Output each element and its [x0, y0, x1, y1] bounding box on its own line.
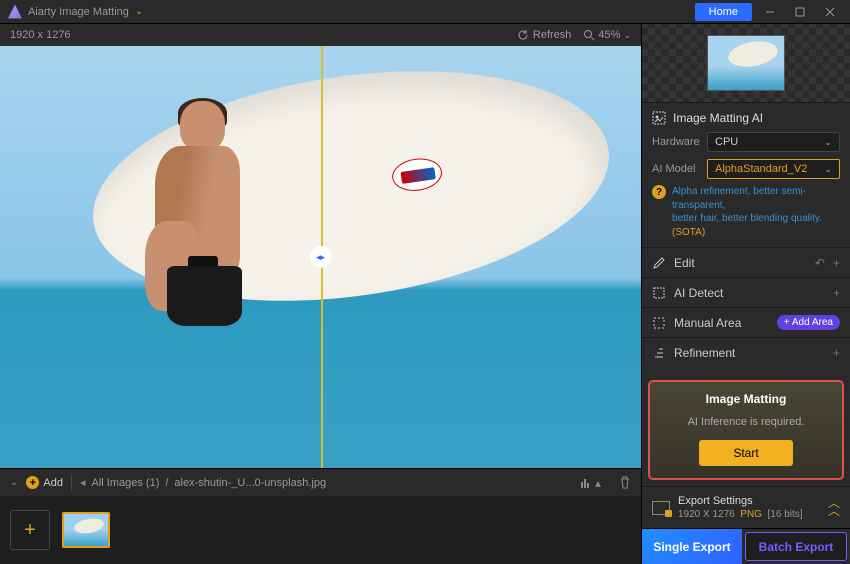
side-panel: Image Matting AI Hardware CPU ⌄ AI Model…	[641, 24, 850, 564]
compare-handle[interactable]: ◂▸	[310, 246, 332, 268]
add-image-button[interactable]: + Add	[26, 476, 63, 489]
preview-thumbnail[interactable]	[707, 35, 785, 91]
zoom-value: 45%	[598, 29, 620, 41]
manual-area-label: Manual Area	[674, 316, 741, 330]
filename: alex-shutin-_U...0-unsplash.jpg	[174, 477, 326, 489]
chevron-down-icon: ⌄	[623, 30, 631, 41]
export-subtitle: 1920 X 1276 PNG [16 bits]	[678, 509, 820, 520]
add-label: Add	[43, 477, 63, 489]
preview-area	[642, 24, 850, 102]
ai-detect-icon	[652, 286, 666, 300]
histogram-icon[interactable]: ▴	[581, 476, 601, 490]
model-select[interactable]: AlphaStandard_V2 ⌄	[707, 159, 840, 179]
expand-icon[interactable]: ︿︿	[828, 500, 840, 514]
plus-icon[interactable]: +	[833, 346, 840, 360]
chevron-down-icon: ⌄	[824, 164, 832, 175]
trash-icon[interactable]	[619, 476, 631, 489]
app-logo-icon	[8, 5, 22, 19]
plus-icon: +	[26, 476, 39, 489]
viewer-infobar: 1920 x 1276 Refresh 45% ⌄	[0, 24, 641, 46]
ai-detect-panel[interactable]: AI Detect +	[642, 277, 850, 307]
maximize-button[interactable]	[788, 3, 812, 21]
single-export-button[interactable]: Single Export	[642, 529, 742, 564]
close-button[interactable]	[818, 3, 842, 21]
matting-box-message: AI Inference is required.	[658, 416, 834, 428]
hardware-select[interactable]: CPU ⌄	[707, 132, 840, 152]
export-buttons: Single Export Batch Export	[642, 528, 850, 564]
hardware-value: CPU	[715, 136, 738, 148]
undo-icon[interactable]: ↶	[815, 256, 825, 270]
refinement-label: Refinement	[674, 346, 735, 360]
matting-ai-icon	[652, 111, 666, 125]
bottom-toolbar: ⌄ + Add ◂ All Images (1) / alex-shutin-_…	[0, 468, 641, 496]
model-label: AI Model	[652, 163, 707, 175]
zoom-control[interactable]: 45% ⌄	[583, 29, 631, 41]
thumbnail[interactable]	[62, 512, 110, 548]
thumbnail-strip: +	[0, 496, 641, 564]
edit-panel[interactable]: Edit ↶ +	[642, 247, 850, 277]
edit-label: Edit	[674, 256, 695, 270]
start-button[interactable]: Start	[699, 440, 792, 466]
batch-export-button[interactable]: Batch Export	[745, 532, 847, 561]
help-icon[interactable]: ?	[652, 185, 666, 199]
app-title: Aiarty Image Matting	[28, 6, 129, 18]
hardware-label: Hardware	[652, 136, 707, 148]
titlebar: Aiarty Image Matting ⌄ Home	[0, 0, 850, 24]
plus-icon[interactable]: +	[833, 256, 840, 270]
home-button[interactable]: Home	[695, 3, 752, 21]
divider	[71, 475, 72, 491]
refresh-label: Refresh	[533, 29, 572, 41]
minimize-button[interactable]	[758, 3, 782, 21]
all-images-label[interactable]: All Images (1)	[92, 477, 160, 489]
export-icon	[652, 501, 670, 515]
add-area-button[interactable]: + Add Area	[777, 315, 840, 330]
refresh-button[interactable]: Refresh	[517, 29, 572, 41]
add-thumbnail-button[interactable]: +	[10, 510, 50, 550]
manual-area-panel[interactable]: Manual Area + Add Area	[642, 307, 850, 337]
plus-icon[interactable]: +	[833, 286, 840, 300]
edit-icon	[652, 256, 666, 270]
image-content	[145, 101, 265, 331]
matting-box-title: Image Matting	[658, 392, 834, 406]
back-icon[interactable]: ◂	[80, 476, 86, 489]
manual-area-icon	[652, 316, 666, 330]
breadcrumb: ◂ All Images (1) / alex-shutin-_U...0-un…	[80, 476, 326, 489]
export-settings-row[interactable]: Export Settings 1920 X 1276 PNG [16 bits…	[642, 486, 850, 528]
image-dimensions: 1920 x 1276	[10, 29, 71, 41]
refinement-panel[interactable]: Refinement +	[642, 337, 850, 367]
model-description: Alpha refinement, better semi-transparen…	[672, 185, 840, 239]
model-value: AlphaStandard_V2	[715, 163, 807, 175]
export-title: Export Settings	[678, 495, 820, 507]
refinement-icon	[652, 346, 666, 360]
ai-detect-label: AI Detect	[674, 286, 723, 300]
image-viewer[interactable]: ◂▸	[0, 46, 641, 468]
chevron-down-icon: ⌄	[824, 137, 832, 148]
title-dropdown-icon[interactable]: ⌄	[135, 6, 143, 17]
separator: /	[165, 477, 168, 489]
matting-ai-section: Image Matting AI Hardware CPU ⌄ AI Model…	[642, 102, 850, 247]
matting-action-box: Image Matting AI Inference is required. …	[648, 380, 844, 480]
matting-ai-title: Image Matting AI	[673, 111, 763, 125]
collapse-icon[interactable]: ⌄	[10, 477, 18, 488]
